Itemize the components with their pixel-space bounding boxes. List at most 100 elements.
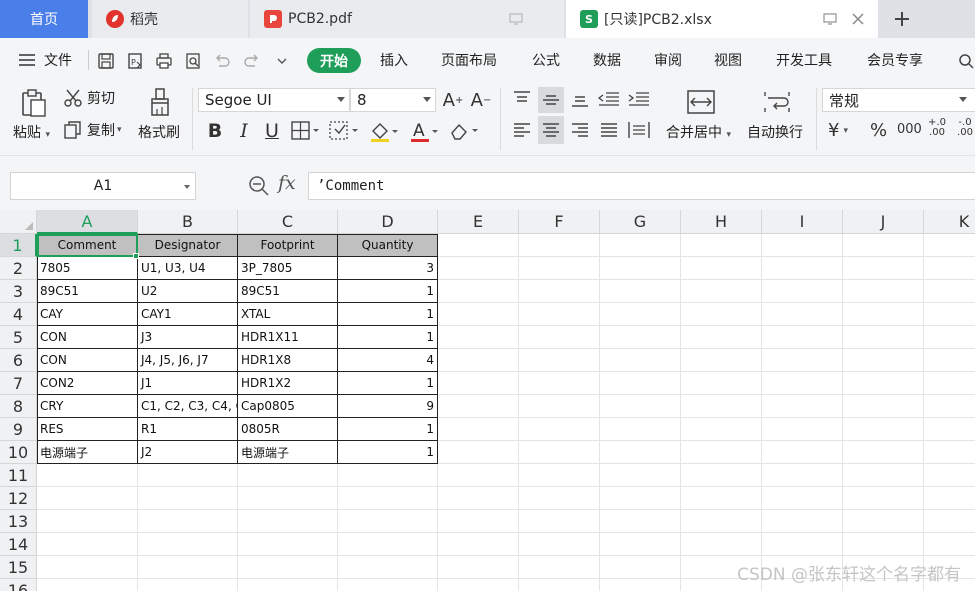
column-header-j[interactable]: J [843,210,924,234]
table-cell[interactable]: 1 [338,303,437,325]
row-header-7[interactable]: 7 [0,372,37,395]
column-header-e[interactable]: E [438,210,519,234]
row-header-11[interactable]: 11 [0,464,37,487]
distribute-icon[interactable] [626,117,652,143]
increase-indent-icon[interactable] [626,87,652,111]
row-header-1[interactable]: 1 [0,234,37,257]
decrease-indent-icon[interactable] [596,87,622,111]
tab-home[interactable]: 首页 [0,0,88,38]
select-all-corner[interactable] [0,210,37,234]
table-header-cell[interactable]: Designator [138,234,237,256]
fill-handle[interactable] [133,253,139,259]
table-cell[interactable]: HDR1X11 [238,326,337,348]
row-header-13[interactable]: 13 [0,510,37,533]
thousands-separator-button[interactable]: 000 [897,122,922,137]
align-top-icon[interactable] [510,87,534,111]
increase-decimal-button[interactable]: +.0 .00 [926,118,948,138]
column-header-c[interactable]: C [238,210,338,234]
fill-color-icon[interactable] [368,118,400,144]
column-header-k[interactable]: K [924,210,975,234]
column-header-f[interactable]: F [519,210,600,234]
menu-insert[interactable]: 插入 [380,38,408,82]
table-cell[interactable]: CAY1 [138,303,237,325]
row-header-5[interactable]: 5 [0,326,37,349]
table-cell[interactable]: 1 [338,280,437,302]
table-cell[interactable]: 89C51 [37,280,137,302]
format-painter-icon[interactable] [145,86,175,118]
table-cell[interactable]: RES [37,418,137,440]
menu-member[interactable]: 会员专享 [867,38,923,82]
row-header-4[interactable]: 4 [0,303,37,326]
table-cell[interactable]: XTAL [238,303,337,325]
align-middle-icon[interactable] [538,87,564,113]
tab-float-icon[interactable] [822,11,838,31]
align-center-icon[interactable] [538,116,564,144]
underline-icon[interactable]: U [261,118,283,144]
row-header-3[interactable]: 3 [0,280,37,303]
table-cell[interactable]: U2 [138,280,237,302]
menu-data[interactable]: 数据 [593,38,621,82]
paste-button[interactable]: 粘贴 ▾ [13,122,50,142]
new-tab-button[interactable] [882,0,922,38]
table-cell[interactable]: CON [37,326,137,348]
table-cell[interactable]: CAY [37,303,137,325]
italic-icon[interactable]: I [233,118,255,144]
row-header-14[interactable]: 14 [0,533,37,556]
zoom-function-icon[interactable] [248,175,270,201]
print-icon[interactable] [154,51,174,71]
table-cell[interactable]: 3 [338,257,437,279]
row-header-12[interactable]: 12 [0,487,37,510]
spreadsheet-grid[interactable]: ABCDEFGHIJK 1 2 3 4 5 6 7 8 9 10 11 12 13 14 15 16 Comm… [0,210,975,591]
increase-font-icon[interactable]: A + [442,88,464,112]
tab-float-icon[interactable] [508,11,524,31]
table-cell[interactable]: 1 [338,441,437,463]
row-header-10[interactable]: 10 [0,441,37,464]
font-color-icon[interactable]: A [408,118,440,144]
row-header-6[interactable]: 6 [0,349,37,372]
table-cell[interactable]: CRY [37,395,137,417]
table-cell[interactable]: 1 [338,418,437,440]
row-header-9[interactable]: 9 [0,418,37,441]
wrap-text-label[interactable]: 自动换行 [747,122,803,142]
column-header-d[interactable]: D [338,210,438,234]
tab-xlsx-active[interactable]: S [只读]PCB2.xlsx [566,0,878,38]
table-header-cell[interactable]: Footprint [238,234,337,256]
table-cell[interactable]: 89C51 [238,280,337,302]
row-header-15[interactable]: 15 [0,556,37,579]
format-painter-label[interactable]: 格式刷 [138,122,180,142]
save-icon[interactable] [96,51,116,71]
column-header-h[interactable]: H [681,210,762,234]
table-cell[interactable]: HDR1X8 [238,349,337,371]
table-header-cell[interactable]: Quantity [338,234,437,256]
row-header-8[interactable]: 8 [0,395,37,418]
menu-view[interactable]: 视图 [714,38,742,82]
wrap-text-icon[interactable] [760,88,794,116]
table-cell[interactable]: 3P_7805 [238,257,337,279]
table-cell[interactable]: J4, J5, J6, J7 [138,349,237,371]
tab-pdf[interactable]: PCB2.pdf [250,0,564,38]
currency-button[interactable]: ¥ ▾ [828,120,848,141]
column-header-b[interactable]: B [138,210,238,234]
customize-toolbar-icon[interactable] [272,51,292,71]
table-cell[interactable]: 电源端子 [238,441,337,463]
row-header-16[interactable]: 16 [0,579,37,591]
column-header-a[interactable]: A [37,210,138,234]
insert-function-icon[interactable]: fx [278,172,296,194]
table-cell[interactable]: 1 [338,326,437,348]
menu-developer[interactable]: 开发工具 [776,38,832,82]
align-bottom-icon[interactable] [568,87,592,111]
search-icon[interactable] [956,51,975,71]
table-cell[interactable]: R1 [138,418,237,440]
tab-close-icon[interactable] [850,11,866,31]
table-cell[interactable]: J3 [138,326,237,348]
table-cell[interactable]: 4 [338,349,437,371]
copy-button[interactable]: 复制 ▾ [63,120,122,140]
menu-file[interactable]: 文件 [18,38,72,82]
borders-icon[interactable] [290,120,320,142]
print-preview-icon[interactable] [183,51,203,71]
merge-center-icon[interactable] [684,88,718,116]
percent-button[interactable]: % [870,120,887,141]
align-left-icon[interactable] [510,117,534,143]
table-cell[interactable]: 1 [338,372,437,394]
table-cell[interactable]: 电源端子 [37,441,137,463]
